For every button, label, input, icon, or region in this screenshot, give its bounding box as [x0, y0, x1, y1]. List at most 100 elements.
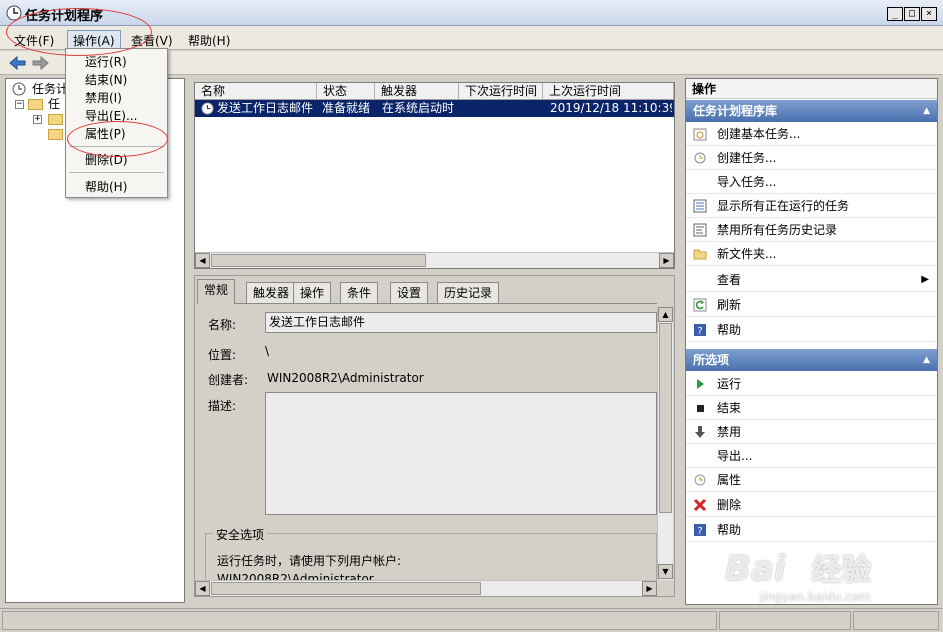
tab-actions[interactable]: 操作	[293, 282, 332, 303]
table-row[interactable]: 发送工作日志邮件 准备就绪 在系统启动时 2019/12/18 11:10:39	[195, 100, 674, 117]
horizontal-scrollbar[interactable]: ◀ ▶	[195, 580, 657, 596]
action-delete[interactable]: 删除	[686, 493, 937, 517]
watermark-logo: Bai 经验	[725, 549, 872, 589]
close-button[interactable]: ×	[921, 7, 937, 21]
folder-icon	[693, 249, 707, 260]
security-options-text: 运行任务时，请使用下列用户帐户:	[217, 554, 402, 568]
running-tasks-icon	[693, 199, 707, 213]
folder-icon[interactable]	[48, 114, 63, 125]
column-header-trigger[interactable]: 触发器	[375, 83, 459, 100]
maximize-button[interactable]: □	[904, 7, 920, 21]
expand-toggle[interactable]: +	[33, 115, 42, 124]
section-selected-item[interactable]: 所选项 ▲	[686, 349, 937, 371]
menu-item-help[interactable]: 帮助(H)	[69, 178, 164, 196]
action-properties[interactable]: 属性	[686, 468, 937, 492]
menu-item-end[interactable]: 结束(N)	[69, 71, 164, 89]
help-icon: ?	[694, 524, 706, 537]
action-create-task[interactable]: 创建任务...	[686, 146, 937, 170]
location-label: 位置:	[208, 348, 237, 362]
column-header-status[interactable]: 状态	[317, 83, 375, 100]
task-next-run-cell	[465, 100, 539, 117]
security-options-title: 安全选项	[213, 526, 268, 543]
create-basic-task-icon	[693, 128, 707, 141]
scroll-thumb[interactable]	[211, 254, 426, 267]
scroll-up-icon[interactable]: ▲	[658, 307, 673, 322]
action-show-running-tasks[interactable]: 显示所有正在运行的任务	[686, 194, 937, 218]
description-field[interactable]	[265, 392, 657, 515]
history-icon	[693, 223, 707, 237]
tab-settings[interactable]: 设置	[390, 282, 429, 303]
collapse-icon[interactable]: ▲	[923, 349, 930, 371]
action-create-basic-task[interactable]: 创建基本任务...	[686, 122, 937, 146]
action-new-folder[interactable]: 新文件夹...	[686, 242, 937, 266]
location-value: \	[265, 344, 270, 358]
collapse-icon[interactable]: ▲	[923, 100, 930, 122]
folder-icon[interactable]	[48, 129, 63, 140]
collapse-toggle[interactable]: −	[15, 100, 24, 109]
name-field[interactable]: 发送工作日志邮件	[265, 312, 657, 333]
menu-item-disable[interactable]: 禁用(I)	[69, 89, 164, 107]
annotation-ellipse	[67, 121, 168, 157]
scroll-down-icon[interactable]: ▼	[658, 564, 673, 579]
action-export[interactable]: 导出...	[686, 444, 937, 468]
name-label: 名称:	[208, 318, 237, 332]
scroll-thumb[interactable]	[211, 582, 481, 595]
actions-pane: 操作 任务计划程序库 ▲ 创建基本任务... 创建任务... 导入任务... 显…	[685, 78, 938, 605]
tab-conditions[interactable]: 条件	[340, 282, 379, 303]
column-header-next-run[interactable]: 下次运行时间	[459, 83, 543, 100]
scroll-thumb[interactable]	[659, 323, 672, 513]
action-run[interactable]: 运行	[686, 372, 937, 396]
back-arrow-icon[interactable]	[9, 55, 26, 71]
tab-history[interactable]: 历史记录	[437, 282, 500, 303]
scroll-left-icon[interactable]: ◀	[195, 253, 210, 268]
minimize-button[interactable]: _	[887, 7, 903, 21]
tab-divider	[197, 303, 657, 304]
clock-icon	[201, 102, 214, 115]
action-help-selected[interactable]: ? 帮助	[686, 518, 937, 542]
tab-general[interactable]: 常规	[197, 279, 236, 304]
status-panel	[719, 611, 851, 630]
horizontal-scrollbar[interactable]: ◀ ▶	[195, 252, 674, 268]
create-task-icon	[694, 152, 706, 164]
action-refresh[interactable]: 刷新	[686, 293, 937, 317]
status-panel	[853, 611, 939, 630]
actions-pane-title: 操作	[686, 79, 937, 99]
properties-icon	[694, 474, 706, 486]
scroll-left-icon[interactable]: ◀	[195, 581, 210, 596]
watermark-url: jingyan.baidu.com	[760, 590, 871, 604]
refresh-icon	[693, 298, 707, 312]
scroll-right-icon[interactable]: ▶	[659, 253, 674, 268]
column-header-last-run[interactable]: 上次运行时间	[543, 83, 674, 100]
menu-separator	[69, 172, 164, 173]
action-disable-history[interactable]: 禁用所有任务历史记录	[686, 218, 937, 242]
delete-icon	[693, 498, 707, 512]
annotation-ellipse	[6, 8, 152, 56]
author-value: WIN2008R2\Administrator	[267, 371, 424, 385]
task-name-cell: 发送工作日志邮件	[217, 101, 314, 115]
status-bar	[0, 608, 943, 632]
forward-arrow-icon[interactable]	[32, 55, 49, 71]
task-detail-pane: 常规 触发器 操作 条件 设置 历史记录 名称: 发送工作日志邮件 位置: \ …	[194, 275, 675, 597]
tree-library-label: 任	[48, 97, 61, 111]
action-import-task[interactable]: 导入任务...	[686, 170, 937, 194]
status-panel	[2, 611, 717, 630]
task-trigger-cell: 在系统启动时	[382, 101, 455, 115]
task-status-cell: 准备就绪	[322, 101, 371, 115]
action-end[interactable]: 结束	[686, 396, 937, 420]
run-icon	[697, 379, 704, 389]
description-label: 描述:	[208, 399, 237, 413]
vertical-scrollbar[interactable]: ▲ ▼	[657, 307, 673, 580]
action-help[interactable]: ? 帮助	[686, 318, 937, 342]
submenu-arrow-icon: ▶	[921, 274, 929, 285]
section-task-library-label: 任务计划程序库	[693, 104, 778, 118]
action-view[interactable]: 查看 ▶	[686, 268, 937, 292]
svg-text:?: ?	[697, 326, 702, 337]
help-icon: ?	[694, 324, 706, 337]
scroll-right-icon[interactable]: ▶	[642, 581, 657, 596]
section-task-library[interactable]: 任务计划程序库 ▲	[686, 100, 937, 122]
action-disable[interactable]: 禁用	[686, 420, 937, 444]
menu-help[interactable]: 帮助(H)	[182, 30, 236, 51]
folder-icon	[28, 99, 43, 110]
column-header-name[interactable]: 名称	[195, 83, 317, 100]
tab-triggers[interactable]: 触发器	[246, 282, 297, 303]
